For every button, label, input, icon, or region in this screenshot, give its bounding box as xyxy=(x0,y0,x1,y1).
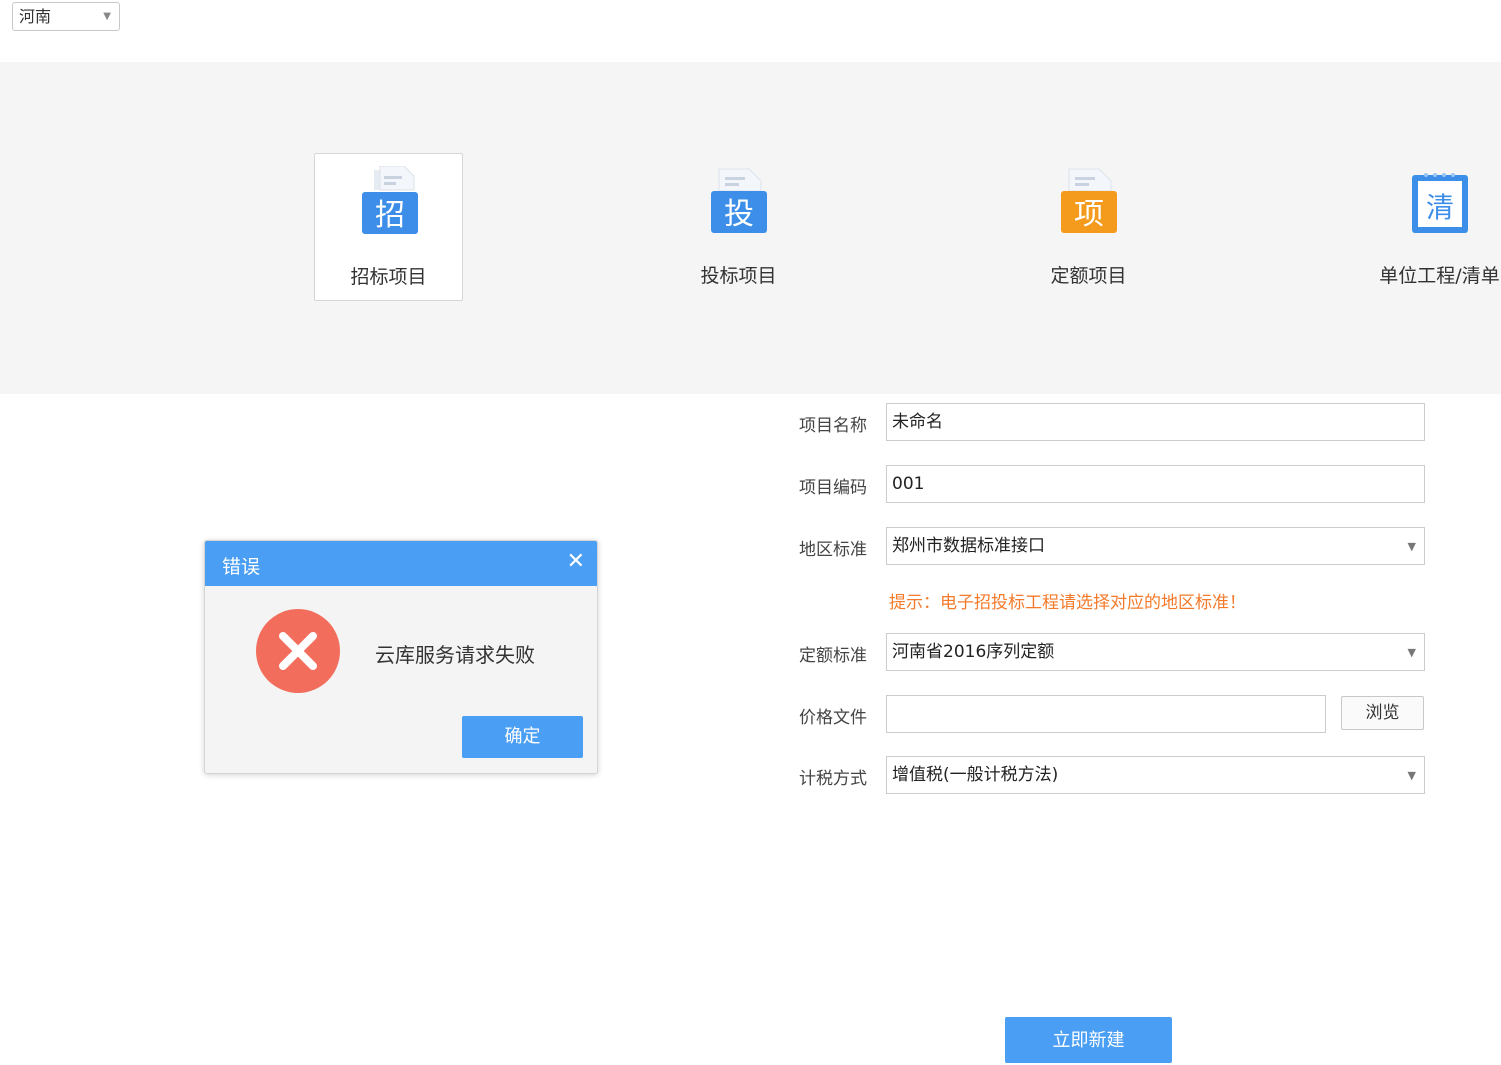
project-code-input[interactable]: 001 xyxy=(886,465,1425,503)
close-icon[interactable]: ✕ xyxy=(567,549,585,574)
svg-text:招: 招 xyxy=(375,198,405,233)
tax-method-select[interactable]: 增值税(一般计税方法) ▼ xyxy=(886,756,1425,794)
project-code-label: 项目编码 xyxy=(799,478,867,498)
dialog-message: 云库服务请求失败 xyxy=(375,643,535,667)
error-icon xyxy=(256,609,340,693)
region-select-value: 河南 xyxy=(19,7,52,26)
ok-button[interactable]: 确定 xyxy=(462,716,583,758)
region-standard-hint: 提示：电子招投标工程请选择对应的地区标准！ xyxy=(889,593,1246,613)
dialog-title: 错误 xyxy=(222,556,261,578)
project-type-label: 定额项目 xyxy=(1050,265,1127,287)
tax-method-label: 计税方式 xyxy=(799,769,867,789)
quota-standard-label: 定额标准 xyxy=(799,646,867,666)
chevron-down-icon: ▼ xyxy=(1407,540,1416,553)
chevron-down-icon: ▼ xyxy=(1407,769,1416,782)
project-type-label: 投标项目 xyxy=(700,265,777,287)
bid-project-icon: 投 xyxy=(711,168,767,233)
unit-bill-icon: 清 xyxy=(1412,173,1468,233)
region-select[interactable]: 河南 ▼ xyxy=(12,2,120,31)
tax-method-value: 增值税(一般计税方法) xyxy=(892,765,1059,785)
browse-button[interactable]: 浏览 xyxy=(1341,696,1424,730)
tender-project-icon: 招 xyxy=(362,166,418,234)
region-standard-label: 地区标准 xyxy=(799,540,867,560)
create-now-button[interactable]: 立即新建 xyxy=(1005,1017,1172,1063)
project-name-label: 项目名称 xyxy=(799,416,867,436)
project-name-row: 项目名称 未命名 xyxy=(0,403,1501,441)
error-dialog: 错误 ✕ 云库服务请求失败 确定 xyxy=(204,540,598,774)
svg-text:项: 项 xyxy=(1074,197,1104,232)
project-type-quota[interactable]: 项 定额项目 xyxy=(1014,153,1163,301)
project-code-row: 项目编码 001 xyxy=(0,465,1501,503)
quota-project-icon: 项 xyxy=(1061,168,1117,233)
project-type-bar: 招 招标项目 投 投标项目 项 定额项目 清 单位工程/清单 xyxy=(0,62,1501,394)
dialog-title-bar[interactable]: 错误 ✕ xyxy=(205,541,597,586)
chevron-down-icon: ▼ xyxy=(1407,646,1416,659)
chevron-down-icon: ▼ xyxy=(103,11,111,22)
svg-text:清: 清 xyxy=(1426,191,1454,224)
price-file-label: 价格文件 xyxy=(799,708,867,728)
quota-standard-value: 河南省2016序列定额 xyxy=(892,642,1055,662)
project-type-label: 单位工程/清单 xyxy=(1379,265,1500,287)
quota-standard-select[interactable]: 河南省2016序列定额 ▼ xyxy=(886,633,1425,671)
svg-text:投: 投 xyxy=(724,197,754,232)
project-type-bid[interactable]: 投 投标项目 xyxy=(664,153,813,301)
region-standard-select[interactable]: 郑州市数据标准接口 ▼ xyxy=(886,527,1425,565)
price-file-input[interactable] xyxy=(886,695,1326,733)
project-type-tender[interactable]: 招 招标项目 xyxy=(314,153,463,301)
project-type-unit-bill[interactable]: 清 单位工程/清单 xyxy=(1365,153,1501,301)
region-standard-value: 郑州市数据标准接口 xyxy=(892,536,1045,556)
project-name-input[interactable]: 未命名 xyxy=(886,403,1425,441)
project-type-label: 招标项目 xyxy=(350,266,427,288)
